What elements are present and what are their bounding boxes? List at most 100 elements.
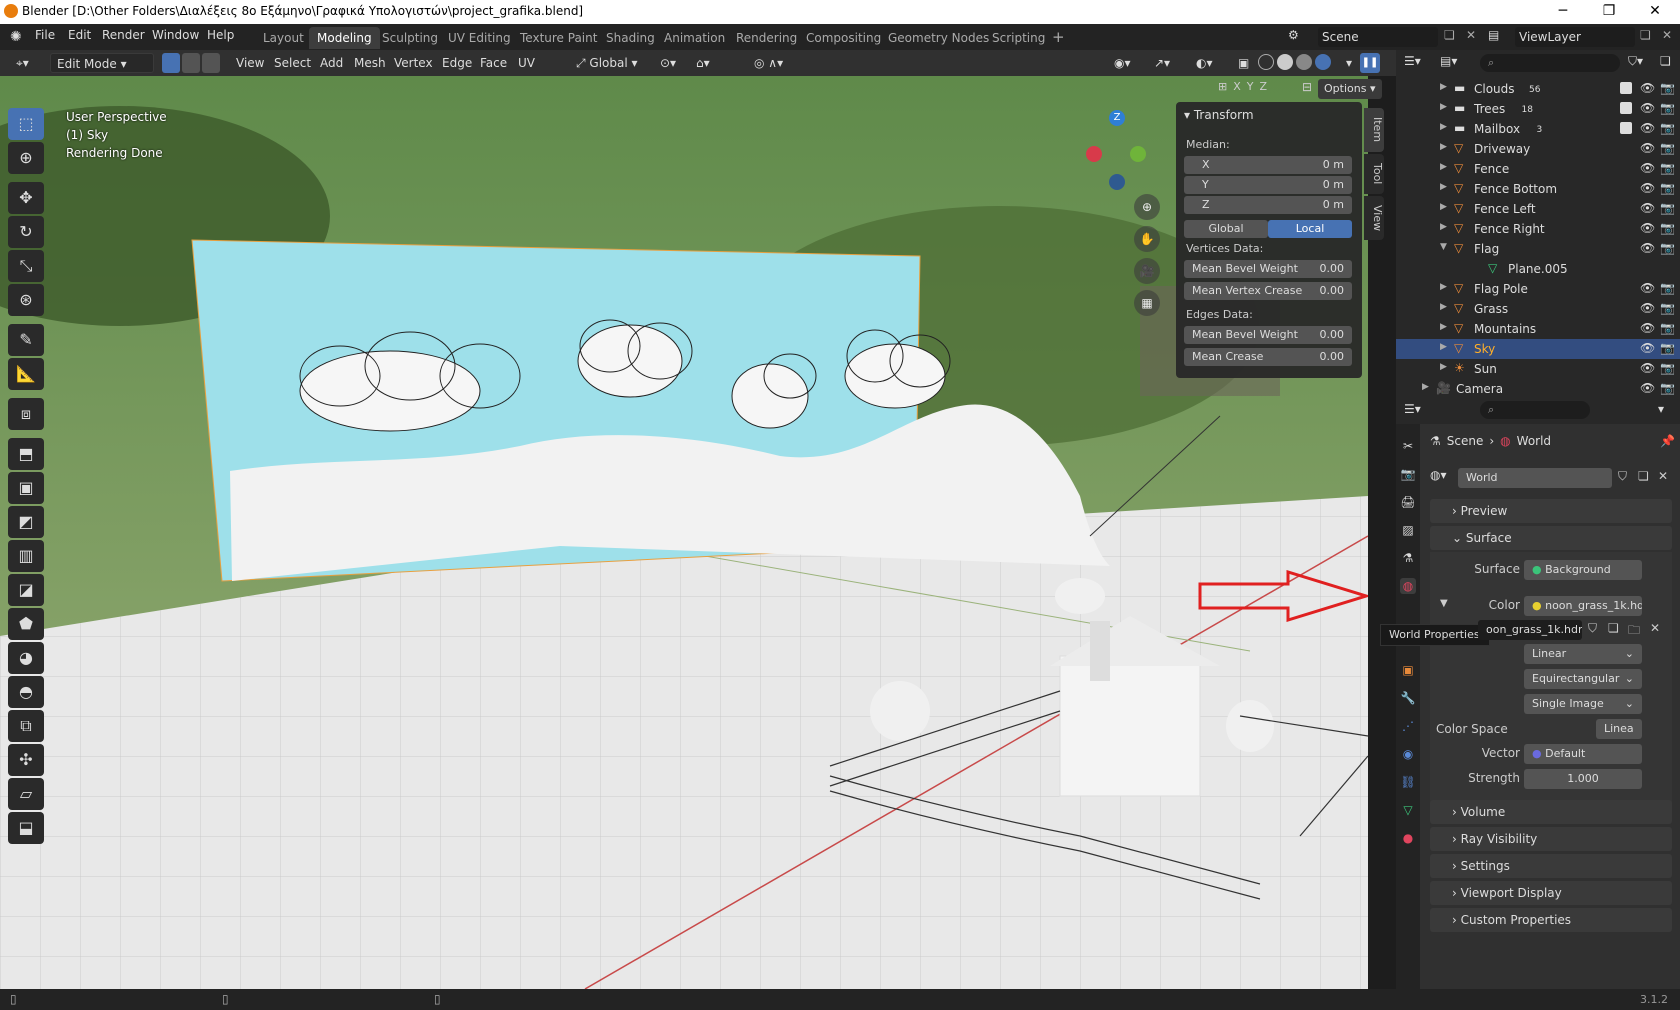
viewport-display-panel[interactable]: › Viewport Display (1430, 881, 1672, 905)
exclude-checkbox[interactable] (1620, 82, 1632, 94)
scene-close-icon[interactable]: ✕ (1466, 28, 1476, 42)
render-toggle-icon[interactable]: 📷 (1660, 161, 1675, 175)
render-toggle-icon[interactable]: 📷 (1660, 181, 1675, 195)
wireframe-shading-icon[interactable] (1258, 54, 1274, 70)
gizmo-toggle-icon[interactable]: ↗▾ (1148, 53, 1176, 73)
snap-icon[interactable]: ⌂▾ (690, 53, 716, 73)
image-duplicate-icon[interactable]: ❏ (1608, 621, 1619, 635)
tab-texture-paint[interactable]: Texture Paint (512, 27, 605, 49)
face-select-icon[interactable] (202, 53, 220, 73)
duplicate-world-icon[interactable]: ❏ (1638, 469, 1649, 483)
outliner-row[interactable]: ▶ ▽ Sky 👁 📷 (1396, 339, 1680, 359)
select-box-tool-icon[interactable]: ⬚ (8, 108, 44, 140)
render-toggle-icon[interactable]: 📷 (1660, 81, 1675, 95)
edge-select-icon[interactable] (182, 53, 200, 73)
outliner-row[interactable]: ▶ ▽ Mountains 👁 📷 (1396, 319, 1680, 339)
render-toggle-icon[interactable]: 📷 (1660, 361, 1675, 375)
volume-panel[interactable]: › Volume (1430, 800, 1672, 824)
scene-new-icon[interactable]: ❏ (1444, 28, 1455, 42)
expand-arrow-icon[interactable]: ▶ (1440, 102, 1447, 112)
3d-viewport[interactable]: User Perspective (1) Sky Rendering Done … (0, 76, 1368, 989)
median-x-field[interactable]: X 0 m (1184, 156, 1352, 174)
tab-tool[interactable]: Tool (1364, 154, 1384, 194)
camera-view-icon[interactable]: 🎥 (1134, 258, 1160, 284)
render-toggle-icon[interactable]: 📷 (1660, 341, 1675, 355)
filter-icon[interactable]: ⛉▾ (1628, 54, 1643, 69)
render-toggle-icon[interactable]: 📷 (1660, 121, 1675, 135)
mean-bevel-weight-field[interactable]: Mean Bevel Weight 0.00 (1184, 260, 1352, 278)
menu-view[interactable]: View (230, 53, 270, 73)
unlink-world-icon[interactable]: ✕ (1658, 469, 1668, 483)
properties-options-icon[interactable]: ▾ (1658, 402, 1664, 416)
spin-tool-icon[interactable]: ◕ (8, 642, 44, 674)
surface-shader-field[interactable]: ● Background (1524, 560, 1642, 580)
surface-panel[interactable]: ⌄ Surface (1430, 526, 1672, 550)
edge-slide-tool-icon[interactable]: ⧉ (8, 710, 44, 742)
mode-selector[interactable]: Edit Mode ▾ (50, 53, 154, 73)
preview-panel[interactable]: › Preview (1430, 499, 1672, 523)
outliner-row[interactable]: ▶ ▬ Mailbox 3 👁 📷 (1396, 119, 1680, 139)
minimize-button[interactable]: ─ (1540, 0, 1586, 24)
visibility-eye-icon[interactable]: 👁 (1640, 81, 1655, 95)
menu-edit[interactable]: Edit (68, 28, 91, 42)
color-texture-field[interactable]: ● noon_grass_1k.hdr (1524, 596, 1642, 616)
transform-header[interactable]: ▾ Transform (1184, 108, 1254, 122)
view-layer-close-icon[interactable]: ✕ (1662, 28, 1672, 42)
render-toggle-icon[interactable]: 📷 (1660, 201, 1675, 215)
mean-crease-field[interactable]: Mean Crease 0.00 (1184, 348, 1352, 366)
visibility-eye-icon[interactable]: 👁 (1640, 381, 1655, 395)
sticky-icon[interactable]: ⊟ (1302, 80, 1312, 94)
maximize-button[interactable]: ❐ (1586, 0, 1632, 24)
visibility-icon[interactable]: ◉▾ (1108, 53, 1137, 73)
material-tab-icon[interactable]: ● (1400, 830, 1416, 846)
tab-sculpting[interactable]: Sculpting (374, 27, 446, 49)
visibility-eye-icon[interactable]: 👁 (1640, 161, 1655, 175)
loop-cut-tool-icon[interactable]: ▥ (8, 540, 44, 572)
navigation-gizmo[interactable]: Z (1082, 110, 1152, 190)
tab-geometry-nodes[interactable]: Geometry Nodes (880, 27, 997, 49)
display-mode-icon[interactable]: ▤▾ (1440, 54, 1457, 68)
xray-toggle-icon[interactable]: ▣ (1232, 53, 1255, 73)
add-cube-tool-icon[interactable]: ⧈ (8, 398, 44, 430)
rotate-tool-icon[interactable]: ↻ (8, 216, 44, 248)
view-layer-new-icon[interactable]: ❏ (1640, 28, 1651, 42)
visibility-eye-icon[interactable]: 👁 (1640, 101, 1655, 115)
expand-arrow-icon[interactable]: ▼ (1440, 242, 1447, 252)
rendered-shading-icon[interactable] (1315, 54, 1331, 70)
tab-item[interactable]: Item (1364, 108, 1384, 152)
tool-tab-icon[interactable]: ✂ (1400, 438, 1416, 454)
ray-visibility-panel[interactable]: › Ray Visibility (1430, 827, 1672, 851)
view-layer-selector[interactable]: ViewLayer (1515, 27, 1635, 47)
outliner-row[interactable]: ▶ ▽ Fence Left 👁 📷 (1396, 199, 1680, 219)
expand-arrow-icon[interactable]: ▶ (1440, 122, 1447, 132)
projection-select[interactable]: Equirectangular ⌄ (1524, 669, 1642, 689)
visibility-eye-icon[interactable]: 👁 (1640, 241, 1655, 255)
outliner-row[interactable]: ▽ Plane.005 (1396, 259, 1680, 279)
menu-add[interactable]: Add (314, 53, 349, 73)
material-shading-icon[interactable] (1296, 54, 1312, 70)
gizmo-x-axis[interactable] (1086, 146, 1102, 162)
data-tab-icon[interactable]: ▽ (1400, 802, 1416, 818)
pan-hand-icon[interactable]: ✋ (1134, 226, 1160, 252)
menu-mesh[interactable]: Mesh (348, 53, 392, 73)
expand-arrow-icon[interactable]: ▶ (1422, 382, 1429, 392)
cursor-tool-icon[interactable]: ⊕ (8, 142, 44, 174)
mirror-icon[interactable]: ⊞ (1218, 80, 1227, 93)
move-tool-icon[interactable]: ✥ (8, 182, 44, 214)
scene-tab-icon[interactable]: ⚗ (1400, 550, 1416, 566)
tab-scripting[interactable]: Scripting (984, 27, 1053, 49)
render-tab-icon[interactable]: 📷 (1400, 466, 1416, 482)
vector-field[interactable]: ● Default (1524, 744, 1642, 764)
proportional-edit-icon[interactable]: ◎ ∧▾ (748, 53, 789, 73)
menu-edge[interactable]: Edge (436, 53, 478, 73)
pivot-icon[interactable]: ⊙▾ (654, 53, 682, 73)
gizmo-y-axis[interactable] (1130, 146, 1146, 162)
scale-tool-icon[interactable]: ⤡ (8, 250, 44, 282)
global-toggle[interactable]: Global (1184, 220, 1268, 238)
outliner-row[interactable]: ▶ ▽ Fence 👁 📷 (1396, 159, 1680, 179)
outliner-row[interactable]: ▶ ▽ Flag Pole 👁 📷 (1396, 279, 1680, 299)
expand-arrow-icon[interactable]: ▶ (1440, 202, 1447, 212)
visibility-eye-icon[interactable]: 👁 (1640, 201, 1655, 215)
constraints-tab-icon[interactable]: ⛓ (1400, 774, 1416, 790)
world-browse-icon[interactable]: ◍▾ (1430, 468, 1447, 482)
